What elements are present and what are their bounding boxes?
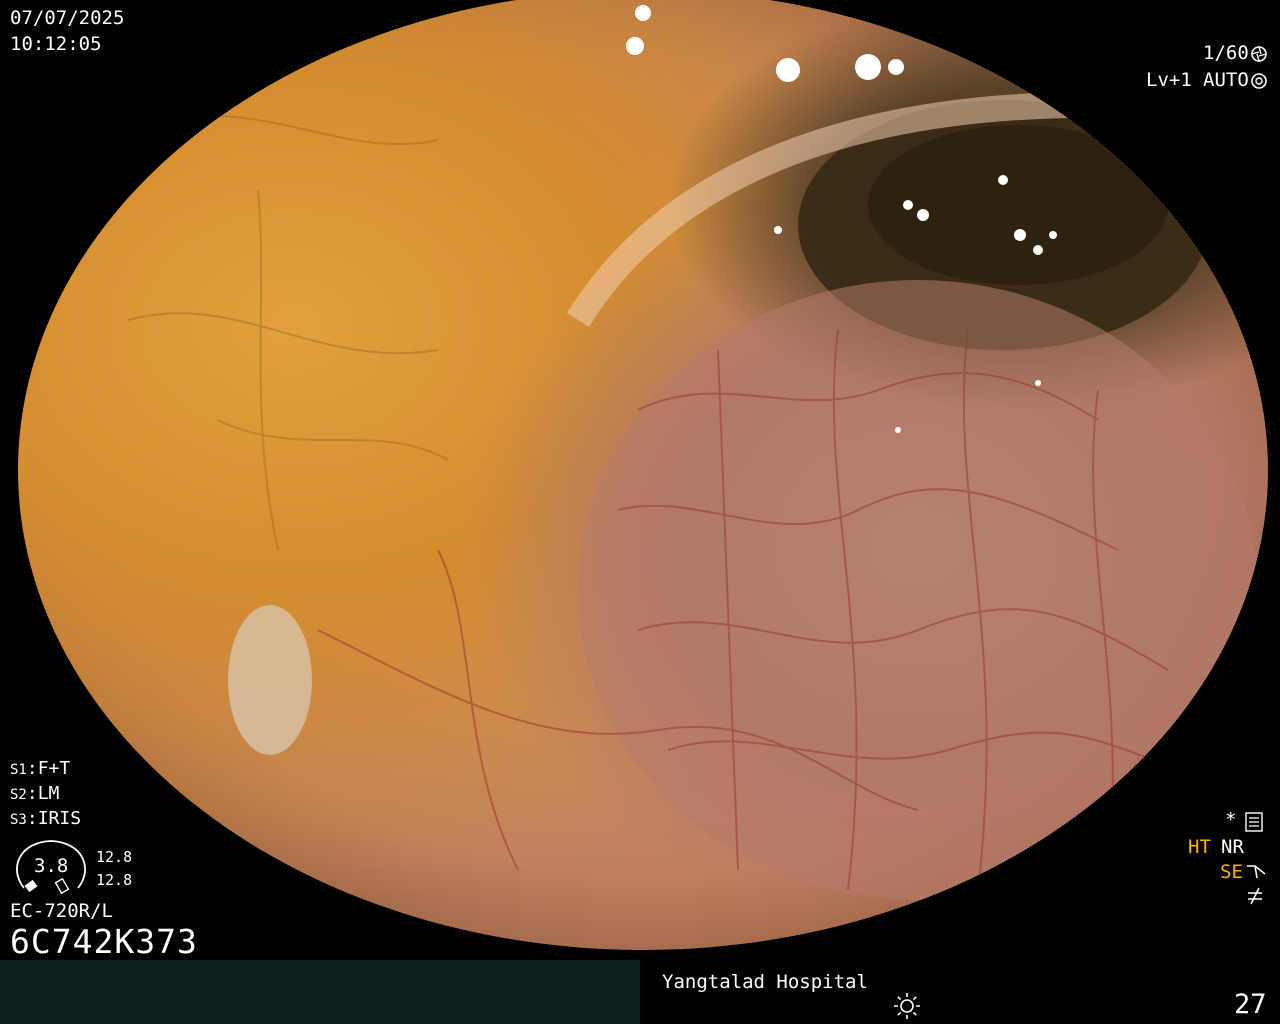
setting-s3-value: IRIS (37, 808, 82, 829)
footer-left-panel (0, 960, 640, 1024)
brightness-level: Lv+1 (1146, 69, 1192, 91)
scope-model: EC-720R/L (10, 900, 113, 922)
auto-iris-icon (1251, 73, 1267, 89)
settings-list-icon (1245, 812, 1263, 832)
no-signal-icon (1248, 887, 1262, 905)
dial-value: 3.8 (34, 855, 69, 877)
endoscopy-screen: 07/07/2025 10:12:05 1/60 Lv+1 AUTO S1:F+… (0, 0, 1280, 1024)
ht-indicator: HT (1188, 836, 1211, 858)
shutter-speed: 1/60 (1203, 42, 1249, 64)
iris-mode: AUTO (1203, 69, 1249, 91)
setting-s3-key: S3 (10, 812, 27, 828)
asterisk-mark: * (1225, 809, 1237, 831)
shutter-icon (1251, 46, 1267, 62)
setting-s1-value: F+T (37, 758, 71, 779)
exam-date: 07/07/2025 (10, 7, 125, 29)
light-icon (894, 993, 920, 1019)
nr-indicator: NR (1221, 836, 1244, 858)
image-count: 27 (1234, 989, 1267, 1020)
endoscopic-image (18, 0, 1268, 950)
setting-s2: S2:LM (10, 783, 60, 804)
hospital-name: Yangtalad Hospital (662, 971, 868, 993)
exam-time: 10:12:05 (10, 33, 102, 55)
dial-upper-value: 12.8 (96, 848, 133, 866)
setting-s1: S1:F+T (10, 758, 71, 779)
setting-s1-key: S1 (10, 762, 27, 778)
setting-s3: S3:IRIS (10, 808, 82, 829)
setting-s2-key: S2 (10, 787, 27, 803)
scope-serial: 6C742K373 (10, 922, 198, 961)
setting-s2-value: LM (37, 783, 60, 804)
enhance-icon (1247, 865, 1266, 879)
dial-lower-value: 12.8 (96, 871, 133, 889)
se-indicator: SE (1220, 861, 1243, 883)
